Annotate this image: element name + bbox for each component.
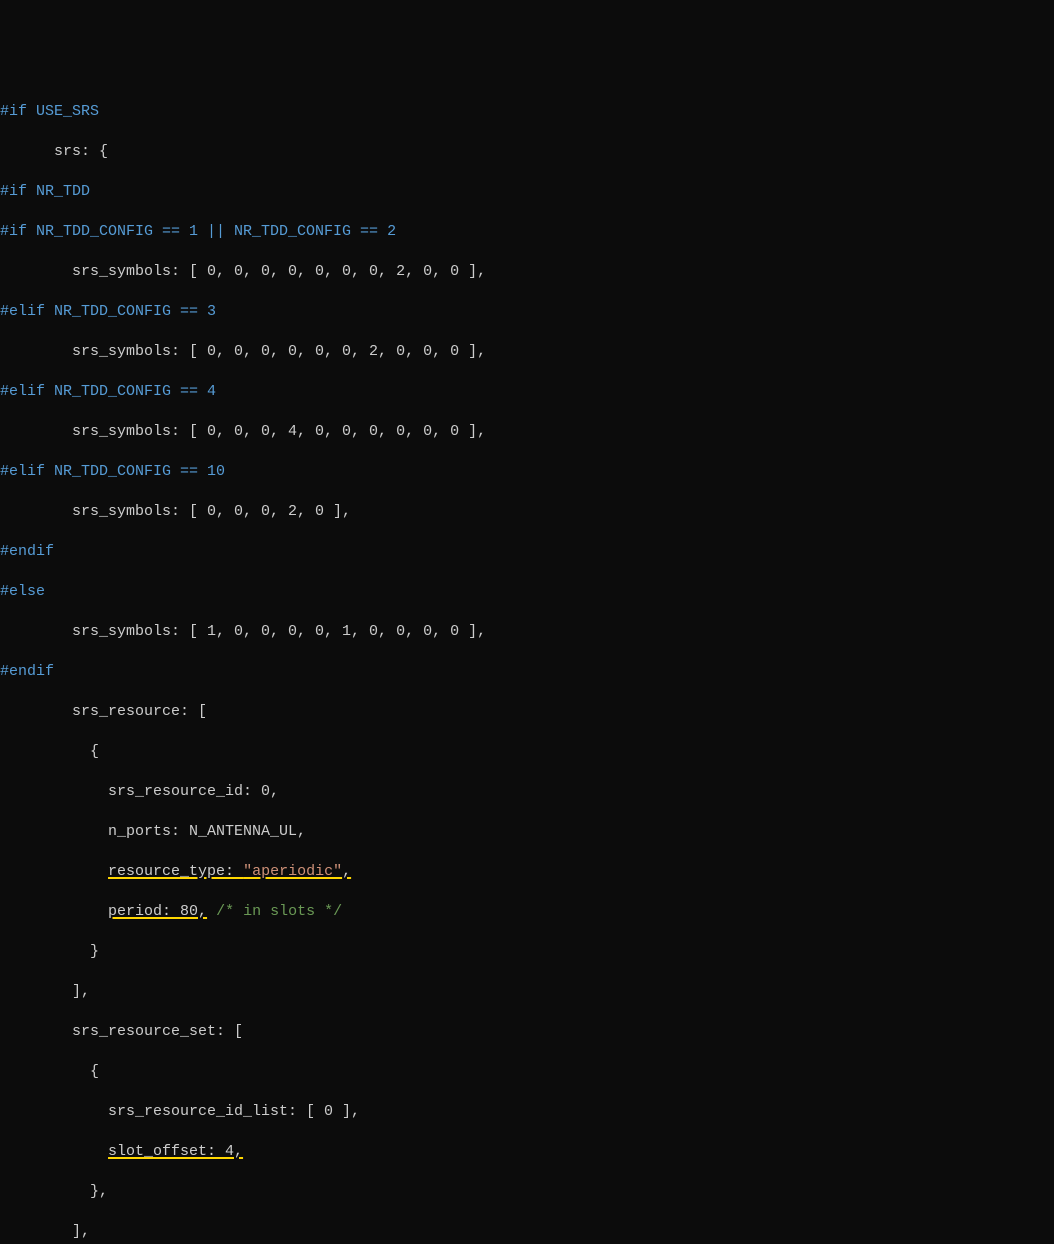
code-text: },	[0, 1183, 108, 1200]
preproc-directive: #endif	[0, 663, 54, 680]
code-line: n_ports: N_ANTENNA_UL,	[0, 822, 1054, 842]
code-text: srs_symbols: [ 0, 0, 0, 0, 0, 0, 2, 0, 0…	[0, 343, 486, 360]
code-line: slot_offset: 4,	[0, 1142, 1054, 1162]
code-line: srs_resource_id_list: [ 0 ],	[0, 1102, 1054, 1122]
code-line: srs_resource: [	[0, 702, 1054, 722]
code-text: ],	[0, 1223, 90, 1240]
code-text: srs_resource: [	[0, 703, 207, 720]
code-text: {	[0, 743, 99, 760]
code-line: srs_symbols: [ 0, 0, 0, 4, 0, 0, 0, 0, 0…	[0, 422, 1054, 442]
code-line: #if NR_TDD	[0, 182, 1054, 202]
code-line: #elif NR_TDD_CONFIG == 3	[0, 302, 1054, 322]
highlighted-text: ,	[342, 863, 351, 880]
code-line: srs: {	[0, 142, 1054, 162]
code-line: }	[0, 942, 1054, 962]
code-text: ],	[0, 983, 90, 1000]
code-line: srs_resource_id: 0,	[0, 782, 1054, 802]
code-text: n_ports: N_ANTENNA_UL,	[0, 823, 306, 840]
code-line: srs_resource_set: [	[0, 1022, 1054, 1042]
code-text: {	[0, 1063, 99, 1080]
preproc-directive: #if USE_SRS	[0, 103, 99, 120]
code-line: #else	[0, 582, 1054, 602]
code-line: #if NR_TDD_CONFIG == 1 || NR_TDD_CONFIG …	[0, 222, 1054, 242]
code-line: ],	[0, 1222, 1054, 1242]
indent	[0, 863, 108, 880]
preproc-directive: #endif	[0, 543, 54, 560]
preproc-directive: #elif NR_TDD_CONFIG == 4	[0, 383, 216, 400]
code-line: {	[0, 1062, 1054, 1082]
code-text: }	[0, 943, 99, 960]
code-line: #endif	[0, 662, 1054, 682]
indent	[0, 1143, 108, 1160]
preproc-directive: #else	[0, 583, 45, 600]
code-line: #if USE_SRS	[0, 102, 1054, 122]
code-line: },	[0, 1182, 1054, 1202]
code-text: srs_symbols: [ 1, 0, 0, 0, 0, 1, 0, 0, 0…	[0, 623, 486, 640]
code-text: srs: {	[0, 143, 108, 160]
string-literal: "aperiodic"	[243, 863, 342, 880]
preproc-directive: #elif NR_TDD_CONFIG == 10	[0, 463, 225, 480]
preproc-directive: #if NR_TDD_CONFIG == 1 || NR_TDD_CONFIG …	[0, 223, 396, 240]
code-text: srs_symbols: [ 0, 0, 0, 2, 0 ],	[0, 503, 351, 520]
code-line: srs_symbols: [ 0, 0, 0, 0, 0, 0, 0, 2, 0…	[0, 262, 1054, 282]
code-text: srs_resource_id: 0,	[0, 783, 279, 800]
highlighted-text: period: 80,	[108, 903, 207, 920]
preproc-directive: #elif NR_TDD_CONFIG == 3	[0, 303, 216, 320]
preproc-directive: #if NR_TDD	[0, 183, 90, 200]
code-line: #elif NR_TDD_CONFIG == 4	[0, 382, 1054, 402]
comment-text: /* in slots */	[207, 903, 342, 920]
code-line: resource_type: "aperiodic",	[0, 862, 1054, 882]
code-line: srs_symbols: [ 0, 0, 0, 2, 0 ],	[0, 502, 1054, 522]
code-text: srs_symbols: [ 0, 0, 0, 4, 0, 0, 0, 0, 0…	[0, 423, 486, 440]
code-text: srs_resource_set: [	[0, 1023, 243, 1040]
code-block: #if USE_SRS srs: { #if NR_TDD #if NR_TDD…	[0, 82, 1054, 1244]
code-line: srs_symbols: [ 1, 0, 0, 0, 0, 1, 0, 0, 0…	[0, 622, 1054, 642]
code-line: srs_symbols: [ 0, 0, 0, 0, 0, 0, 2, 0, 0…	[0, 342, 1054, 362]
code-line: #elif NR_TDD_CONFIG == 10	[0, 462, 1054, 482]
indent	[0, 903, 108, 920]
code-text: srs_symbols: [ 0, 0, 0, 0, 0, 0, 0, 2, 0…	[0, 263, 486, 280]
code-text: srs_resource_id_list: [ 0 ],	[0, 1103, 360, 1120]
highlighted-text: resource_type:	[108, 863, 243, 880]
highlighted-text: slot_offset: 4,	[108, 1143, 243, 1160]
code-line: {	[0, 742, 1054, 762]
code-line: period: 80, /* in slots */	[0, 902, 1054, 922]
code-line: #endif	[0, 542, 1054, 562]
code-line: ],	[0, 982, 1054, 1002]
